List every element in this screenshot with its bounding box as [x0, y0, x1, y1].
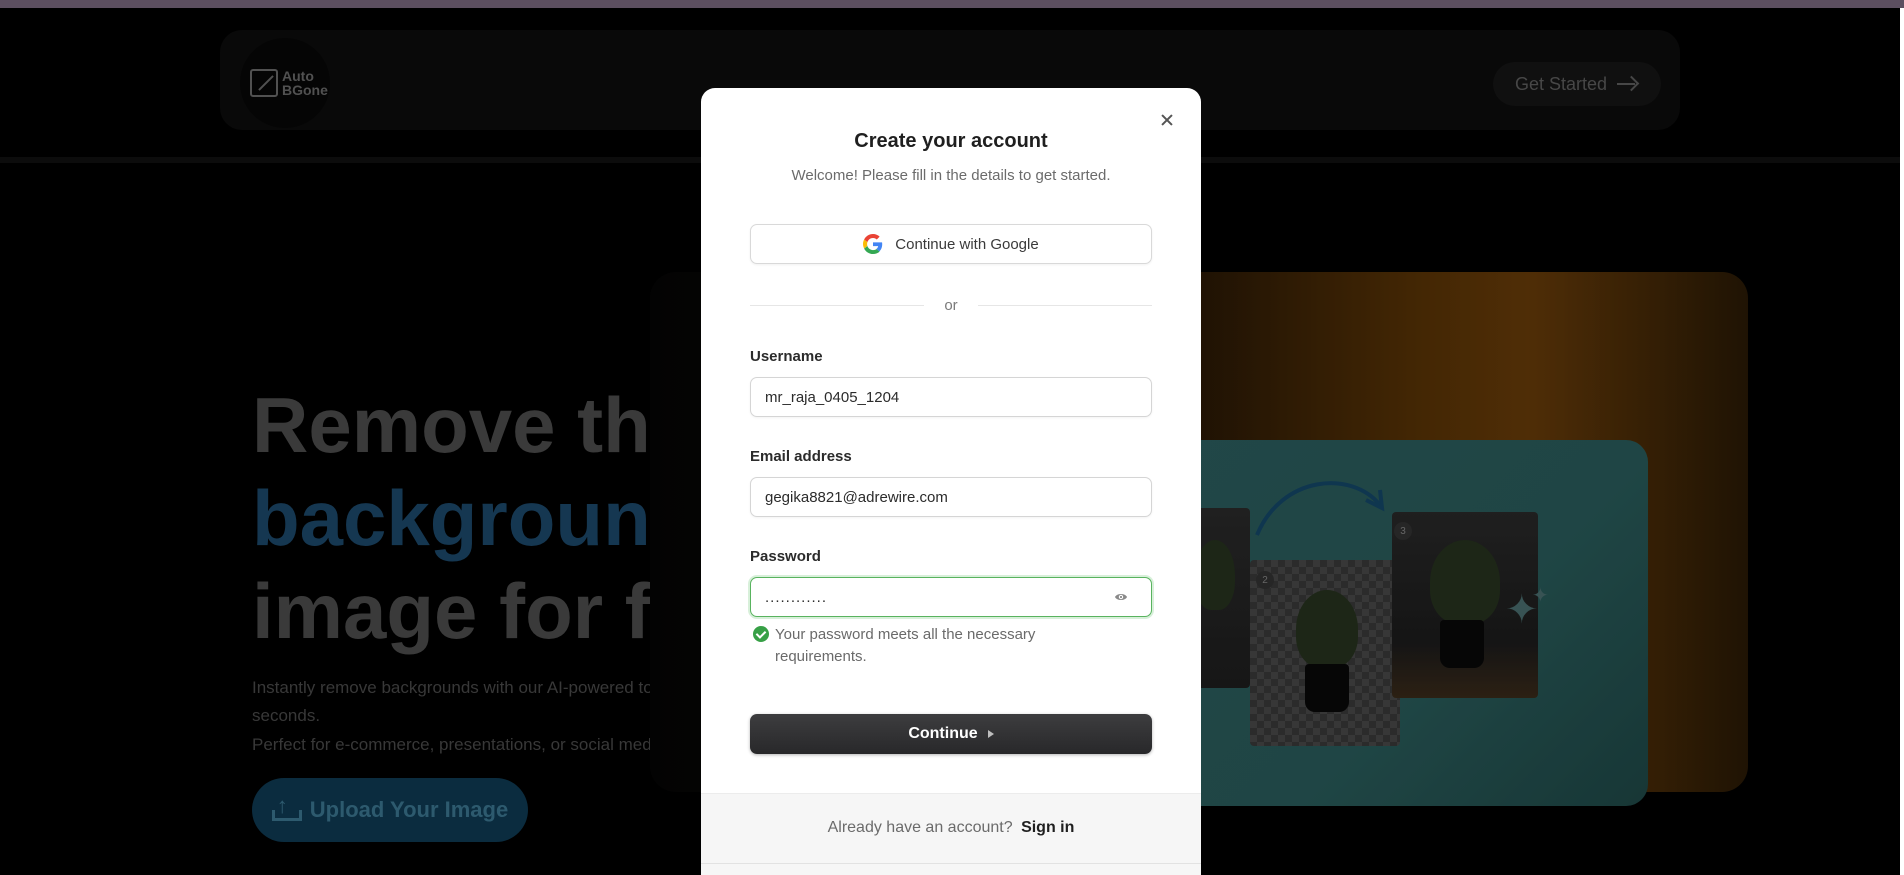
divider-line: [978, 305, 1152, 306]
modal-title: Create your account: [854, 130, 1048, 152]
password-label: Password: [750, 548, 821, 565]
check-circle-icon: [753, 626, 769, 642]
divider-or: or: [944, 297, 958, 314]
username-input[interactable]: [750, 377, 1152, 417]
signin-prompt-text: Already have an account?: [827, 819, 1013, 836]
email-label: Email address: [750, 448, 852, 465]
password-status-text: Your password meets all the necessary re…: [775, 626, 1036, 665]
eye-icon[interactable]: [1114, 591, 1128, 603]
sign-in-link[interactable]: Sign in: [1021, 819, 1074, 836]
divider-line: [750, 305, 924, 306]
google-icon: [863, 234, 883, 254]
password-input[interactable]: [750, 577, 1152, 617]
continue-button[interactable]: Continue: [750, 714, 1152, 754]
page-scrollbar[interactable]: [1900, 8, 1904, 875]
google-button-label: Continue with Google: [895, 235, 1039, 253]
close-icon[interactable]: [1155, 108, 1179, 132]
top-strip: [0, 0, 1904, 8]
email-input[interactable]: [750, 477, 1152, 517]
continue-with-google-button[interactable]: Continue with Google: [750, 224, 1152, 264]
modal-subtitle: Welcome! Please fill in the details to g…: [791, 167, 1111, 184]
caret-right-icon: [987, 730, 994, 738]
footer-divider: [701, 863, 1201, 864]
signup-modal: Create your account Welcome! Please fill…: [701, 88, 1201, 875]
signin-prompt: Already have an account? Sign in: [701, 819, 1201, 837]
continue-label: Continue: [908, 725, 978, 742]
username-label: Username: [750, 348, 823, 365]
modal-footer: Already have an account? Sign in: [701, 793, 1201, 875]
